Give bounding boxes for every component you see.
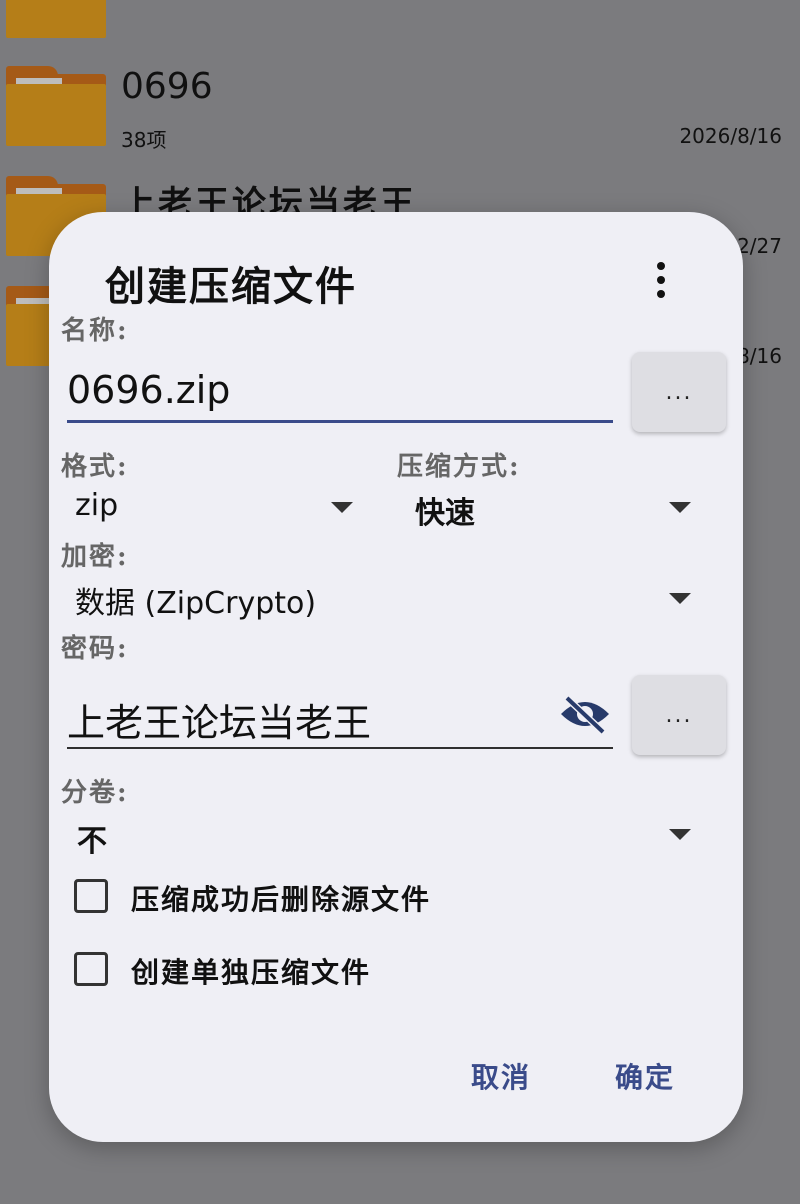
ok-button[interactable]: 确定: [615, 1056, 675, 1096]
format-value: zip: [75, 488, 119, 523]
visibility-off-icon[interactable]: [559, 692, 611, 736]
file-date: 2/27: [737, 234, 782, 258]
file-date: 8/16: [737, 344, 782, 368]
file-meta: 38项: [121, 128, 167, 152]
compression-method-label: 压缩方式:: [397, 452, 521, 482]
password-input-underline: [67, 747, 613, 749]
browse-button[interactable]: ...: [632, 352, 726, 432]
separate-archive-checkbox[interactable]: [74, 952, 108, 986]
file-row[interactable]: [0, 0, 800, 70]
split-volume-value: 不: [77, 824, 107, 859]
format-label: 格式:: [61, 452, 129, 482]
encryption-label: 加密:: [61, 542, 129, 572]
password-label: 密码:: [61, 634, 129, 664]
dropdown-caret-icon: [669, 502, 691, 513]
more-vert-icon[interactable]: [643, 258, 679, 302]
cancel-button[interactable]: 取消: [471, 1056, 531, 1096]
file-date: 2026/8/16: [679, 124, 782, 148]
password-options-button[interactable]: ...: [632, 675, 726, 755]
create-archive-dialog: 创建压缩文件 名称: 0696.zip ... 格式: 压缩方式: zip 快速…: [49, 212, 743, 1142]
dropdown-caret-icon: [669, 593, 691, 604]
name-input[interactable]: 0696.zip: [67, 368, 230, 412]
split-volume-label: 分卷:: [61, 778, 129, 808]
folder-icon: [6, 0, 106, 38]
folder-icon: [6, 66, 106, 146]
name-input-underline: [67, 420, 613, 423]
file-row[interactable]: 0696 38项 2026/8/16: [0, 66, 800, 178]
file-name: 0696: [121, 66, 213, 107]
delete-source-checkbox[interactable]: [74, 879, 108, 913]
delete-source-label[interactable]: 压缩成功后删除源文件: [131, 878, 431, 918]
dropdown-caret-icon: [669, 829, 691, 840]
encryption-value: 数据 (ZipCrypto): [75, 586, 317, 621]
compression-method-value: 快速: [415, 496, 475, 531]
separate-archive-label[interactable]: 创建单独压缩文件: [131, 951, 371, 991]
password-input[interactable]: 上老王论坛当老王: [67, 692, 371, 747]
name-label: 名称:: [61, 316, 129, 346]
dropdown-caret-icon: [331, 502, 353, 513]
dialog-title: 创建压缩文件: [105, 263, 357, 310]
